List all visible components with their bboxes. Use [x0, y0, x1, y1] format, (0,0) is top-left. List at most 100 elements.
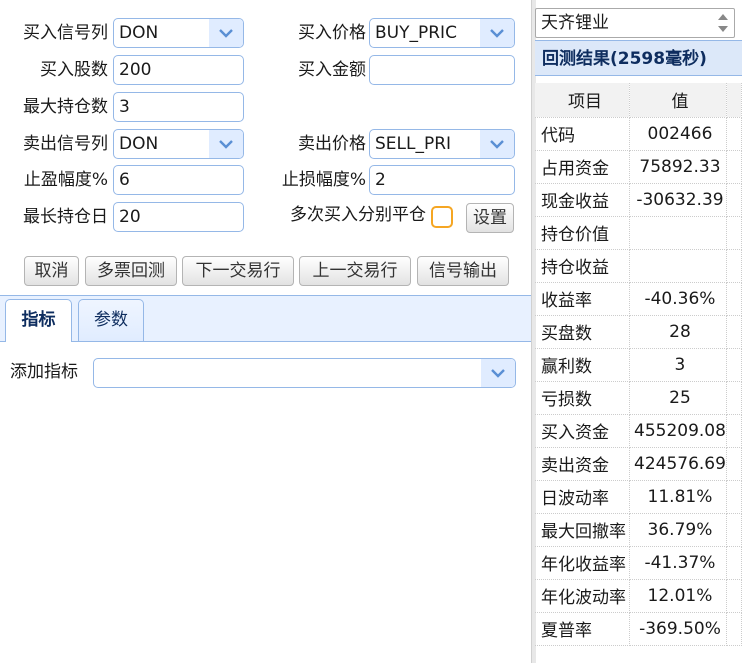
table-cell-value: 455209.08 [629, 414, 727, 448]
table-header-row: 项目值 [535, 83, 742, 118]
table-cell-filler [726, 249, 742, 283]
spinner-arrows-icon[interactable] [717, 12, 729, 39]
add-indicator-select[interactable] [93, 358, 516, 388]
table-row[interactable]: 亏损数 25 [535, 381, 742, 415]
table-cell-value: 3 [629, 348, 727, 382]
table-row[interactable]: 年化收益率 -41.37% [535, 546, 742, 580]
buy-shares-input[interactable]: 200 [113, 55, 244, 85]
max-hold-days-label: 最长持仓日 [23, 207, 108, 227]
table-cell-item: 代码 [535, 117, 630, 151]
table-row[interactable]: 收益率 -40.36% [535, 282, 742, 316]
max-hold-days-input[interactable]: 20 [113, 202, 244, 232]
table-cell-filler [726, 216, 742, 250]
table-cell-filler [726, 513, 742, 547]
sell-price-value: SELL_PRI [375, 134, 452, 154]
buy-price-select[interactable]: BUY_PRIC [369, 18, 515, 48]
table-cell-value: 75892.33 [629, 150, 727, 184]
table-row[interactable]: 夏普率 -369.50% [535, 612, 742, 646]
table-cell-item: 现金收益 [535, 183, 630, 217]
cancel-button[interactable]: 取消 [24, 256, 79, 286]
take-profit-label: 止盈幅度% [23, 170, 108, 190]
table-row[interactable]: 买入资金 455209.08 [535, 414, 742, 448]
prev-row-button[interactable]: 上一交易行 [299, 256, 411, 286]
table-header-cell: 值 [629, 83, 727, 118]
table-row[interactable]: 最大回撤率 36.79% [535, 513, 742, 547]
table-cell-value: 28 [629, 315, 727, 349]
table-cell-filler [726, 315, 742, 349]
table-cell-item: 年化波动率 [535, 579, 630, 613]
table-cell-value: 36.79% [629, 513, 727, 547]
buy-shares-label: 买入股数 [40, 60, 108, 80]
table-cell-filler [726, 381, 742, 415]
table-cell-value: -30632.39 [629, 183, 727, 217]
stock-select[interactable]: 天齐锂业 [535, 8, 735, 38]
table-header-filler [726, 83, 742, 118]
signal-output-button[interactable]: 信号输出 [417, 256, 509, 286]
table-row[interactable]: 代码 002466 [535, 117, 742, 151]
multi-buy-checkbox[interactable] [431, 206, 453, 228]
table-cell-value [629, 249, 727, 283]
add-indicator-label: 添加指标 [10, 362, 78, 382]
tab-params[interactable]: 参数 [78, 299, 144, 341]
tab-bar: 指标 参数 [0, 295, 531, 342]
table-cell-filler [726, 282, 742, 316]
table-header-cell: 项目 [535, 83, 630, 118]
table-row[interactable]: 持仓收益 [535, 249, 742, 283]
tab-indicators[interactable]: 指标 [5, 299, 72, 342]
table-cell-item: 收益率 [535, 282, 630, 316]
table-row[interactable]: 现金收益 -30632.39 [535, 183, 742, 217]
table-cell-item: 最大回撤率 [535, 513, 630, 547]
take-profit-input[interactable]: 6 [113, 165, 244, 195]
table-cell-filler [726, 447, 742, 481]
multi-backtest-button[interactable]: 多票回测 [85, 256, 177, 286]
table-row[interactable]: 持仓价值 [535, 216, 742, 250]
table-cell-filler [726, 117, 742, 151]
table-cell-item: 买入资金 [535, 414, 630, 448]
table-cell-value: 424576.69 [629, 447, 727, 481]
table-cell-item: 卖出资金 [535, 447, 630, 481]
table-cell-item: 夏普率 [535, 612, 630, 646]
table-cell-filler [726, 348, 742, 382]
table-cell-filler [726, 150, 742, 184]
multi-buy-label: 多次买入分别平仓 [290, 205, 426, 225]
table-cell-filler [726, 183, 742, 217]
buy-signal-select[interactable]: DON [113, 18, 244, 48]
table-cell-value: 25 [629, 381, 727, 415]
chevron-down-icon[interactable] [480, 130, 514, 158]
table-cell-item: 买盘数 [535, 315, 630, 349]
stop-loss-label: 止损幅度% [281, 170, 366, 190]
table-cell-item: 占用资金 [535, 150, 630, 184]
table-cell-item: 赢利数 [535, 348, 630, 382]
chevron-down-icon[interactable] [209, 130, 243, 158]
sell-signal-value: DON [119, 134, 159, 154]
table-cell-value: 11.81% [629, 480, 727, 514]
table-cell-value: 12.01% [629, 579, 727, 613]
result-title: 回测结果(2598毫秒) [535, 40, 742, 76]
table-row[interactable]: 赢利数 3 [535, 348, 742, 382]
table-row[interactable]: 买盘数 28 [535, 315, 742, 349]
settings-button[interactable]: 设置 [466, 203, 514, 233]
max-positions-label: 最大持仓数 [23, 97, 108, 117]
next-row-button[interactable]: 下一交易行 [182, 256, 294, 286]
table-cell-item: 亏损数 [535, 381, 630, 415]
table-row[interactable]: 日波动率 11.81% [535, 480, 742, 514]
chevron-down-icon[interactable] [480, 19, 514, 47]
table-row[interactable]: 占用资金 75892.33 [535, 150, 742, 184]
result-table: 项目值代码 002466 占用资金 75892.33 现金收益 -30632.39 持仓价值… [535, 83, 742, 646]
table-cell-item: 持仓收益 [535, 249, 630, 283]
table-cell-value: -369.50% [629, 612, 727, 646]
stop-loss-input[interactable]: 2 [369, 165, 515, 195]
buy-price-label: 买入价格 [298, 23, 366, 43]
chevron-down-icon[interactable] [209, 19, 243, 47]
max-positions-input[interactable]: 3 [113, 92, 244, 122]
table-cell-item: 年化收益率 [535, 546, 630, 580]
table-cell-filler [726, 579, 742, 613]
sell-signal-select[interactable]: DON [113, 129, 244, 159]
buy-amount-label: 买入金额 [298, 60, 366, 80]
table-cell-filler [726, 480, 742, 514]
buy-amount-input[interactable] [369, 55, 515, 85]
table-row[interactable]: 卖出资金 424576.69 [535, 447, 742, 481]
chevron-down-icon[interactable] [481, 359, 515, 387]
table-row[interactable]: 年化波动率 12.01% [535, 579, 742, 613]
sell-price-select[interactable]: SELL_PRI [369, 129, 515, 159]
